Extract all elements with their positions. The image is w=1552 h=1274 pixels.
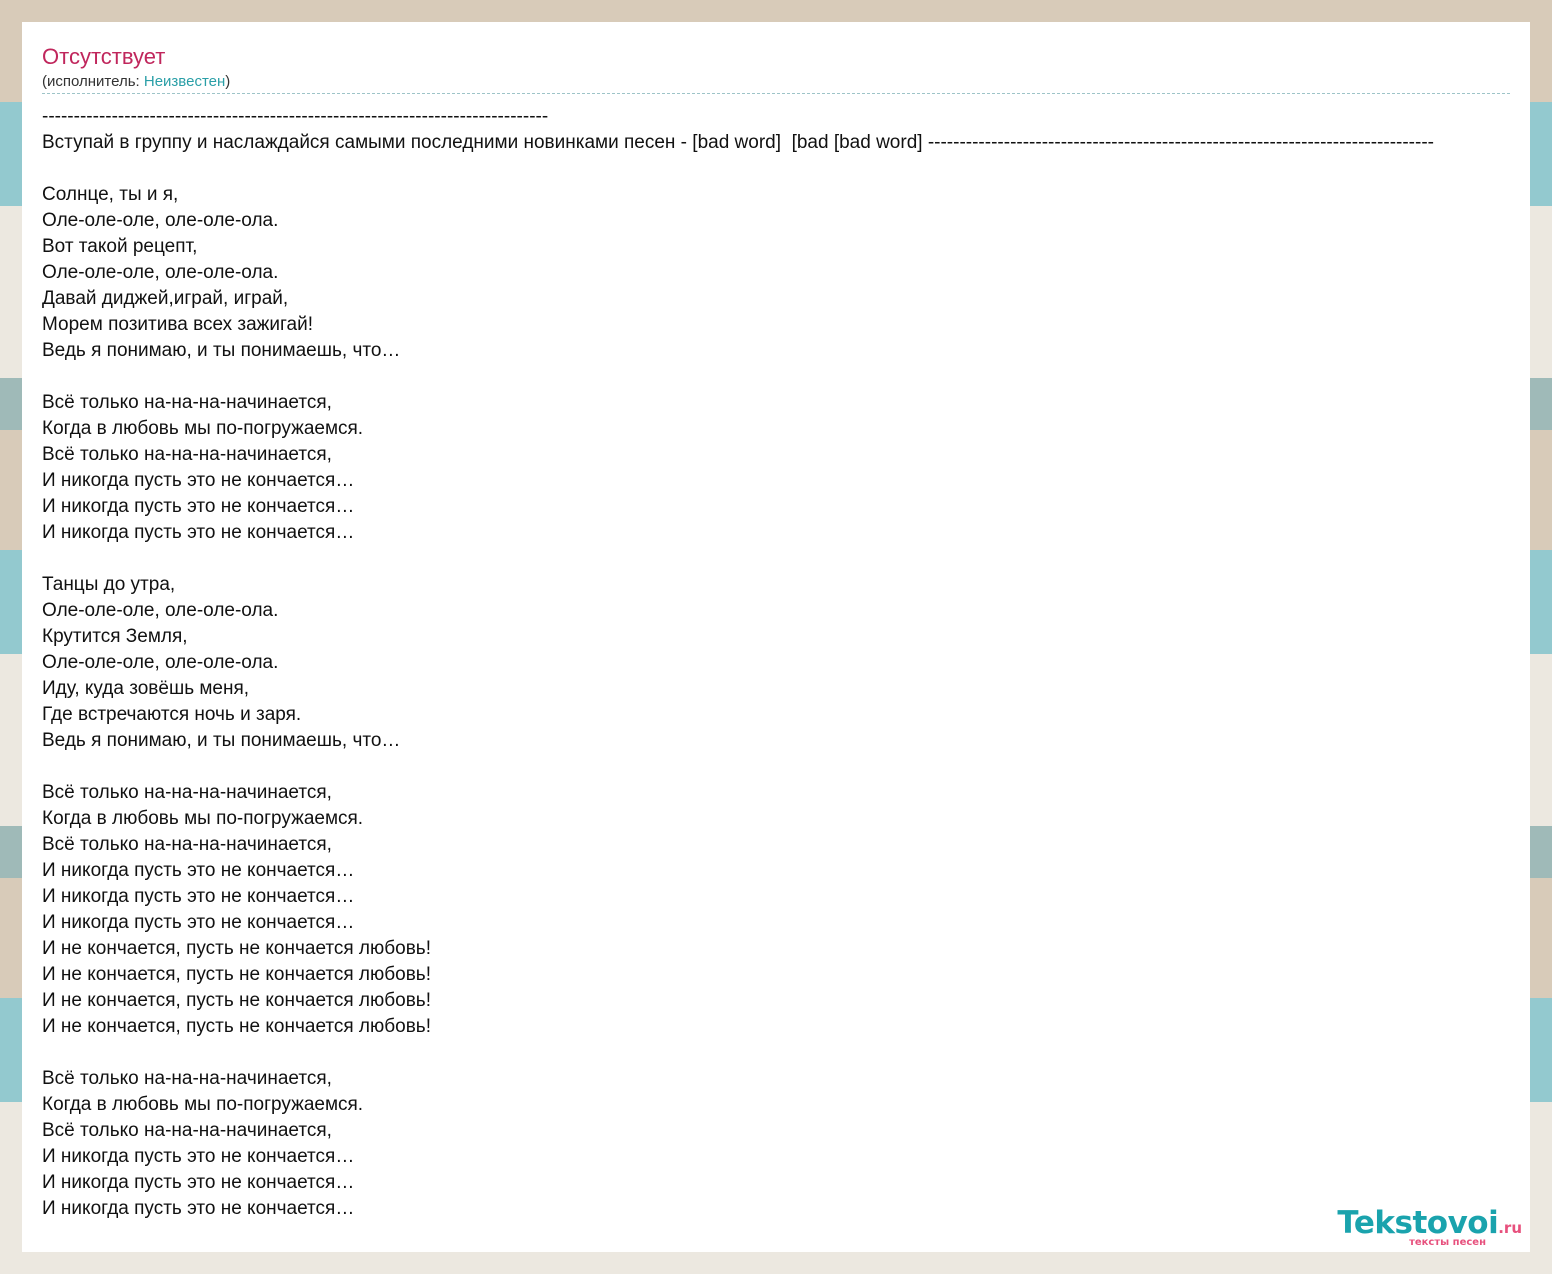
lyrics-text: ----------------------------------------… <box>42 104 1528 1222</box>
lyrics-line: Оле-оле-оле, оле-оле-ола. <box>42 210 279 231</box>
tekstovoi-logo[interactable]: Tekstovoi.ru тексты песен <box>1302 1206 1522 1252</box>
lyrics-line: Иду, куда зовёшь меня, <box>42 678 250 699</box>
song-title: Отсутствует <box>42 44 166 69</box>
lyrics-line: Морем позитива всех зажигай! <box>42 314 313 335</box>
lyrics-line: Солнце, ты и я, <box>42 184 179 205</box>
lyrics-line: И никогда пусть это не кончается… <box>42 522 355 543</box>
lyrics-line: И не кончается, пусть не кончается любов… <box>42 1016 431 1037</box>
lyrics-line: Ведь я понимаю, и ты понимаешь, что… <box>42 730 401 751</box>
lyrics-line: Крутится Земля, <box>42 626 188 647</box>
lyrics-line: Вступай в группу и наслаждайся самыми по… <box>42 132 1434 153</box>
lyrics-line: Всё только на-на-на-начинается, <box>42 782 332 803</box>
lyrics-line: Танцы до утра, <box>42 574 176 595</box>
lyrics-line: И не кончается, пусть не кончается любов… <box>42 964 431 985</box>
lyrics-card: Отсутствует (исполнитель: Неизвестен) --… <box>22 22 1530 1252</box>
lyrics-line: И никогда пусть это не кончается… <box>42 470 355 491</box>
logo-tagline: тексты песен <box>1409 1237 1486 1248</box>
lyrics-line: И никогда пусть это не кончается… <box>42 912 355 933</box>
lyrics-line: Когда в любовь мы по-погружаемся. <box>42 808 364 829</box>
lyrics-line: Всё только на-на-на-начинается, <box>42 444 332 465</box>
lyrics-line: Всё только на-на-на-начинается, <box>42 392 332 413</box>
artist-link[interactable]: Неизвестен <box>144 73 225 90</box>
lyrics-line: Всё только на-на-на-начинается, <box>42 1068 332 1089</box>
lyrics-line: Всё только на-на-на-начинается, <box>42 834 332 855</box>
lyrics-line: Давай диджей,играй, играй, <box>42 288 289 309</box>
lyrics-line: ----------------------------------------… <box>42 106 549 127</box>
lyrics-blank-line <box>42 1040 1528 1066</box>
lyrics-blank-line <box>42 156 1528 182</box>
lyrics-blank-line <box>42 754 1528 780</box>
lyrics-line: Всё только на-на-на-начинается, <box>42 1120 332 1141</box>
lyrics-line: И не кончается, пусть не кончается любов… <box>42 990 431 1011</box>
lyrics-line: И никогда пусть это не кончается… <box>42 886 355 907</box>
artist-prefix: (исполнитель: <box>42 73 144 90</box>
lyrics-line: И никогда пусть это не кончается… <box>42 1172 355 1193</box>
lyrics-line: И не кончается, пусть не кончается любов… <box>42 938 431 959</box>
logo-name: Tekstovoi <box>1337 1205 1499 1241</box>
lyrics-line: Оле-оле-оле, оле-оле-ола. <box>42 262 279 283</box>
lyrics-line: Где встречаются ночь и заря. <box>42 704 302 725</box>
lyrics-line: И никогда пусть это не кончается… <box>42 496 355 517</box>
lyrics-line: Оле-оле-оле, оле-оле-ола. <box>42 652 279 673</box>
lyrics-blank-line <box>42 546 1528 572</box>
lyrics-line: И никогда пусть это не кончается… <box>42 860 355 881</box>
header-divider <box>42 93 1510 94</box>
lyrics-line: Ведь я понимаю, и ты понимаешь, что… <box>42 340 401 361</box>
artist-line: (исполнитель: Неизвестен) <box>42 73 230 91</box>
artist-suffix: ) <box>225 73 231 90</box>
lyrics-line: Когда в любовь мы по-погружаемся. <box>42 418 364 439</box>
lyrics-line: И никогда пусть это не кончается… <box>42 1146 355 1167</box>
lyrics-blank-line <box>42 364 1528 390</box>
lyrics-line: Вот такой рецепт, <box>42 236 198 257</box>
lyrics-line: Оле-оле-оле, оле-оле-ола. <box>42 600 279 621</box>
lyrics-line: Когда в любовь мы по-погружаемся. <box>42 1094 364 1115</box>
logo-tld: .ru <box>1498 1219 1522 1237</box>
